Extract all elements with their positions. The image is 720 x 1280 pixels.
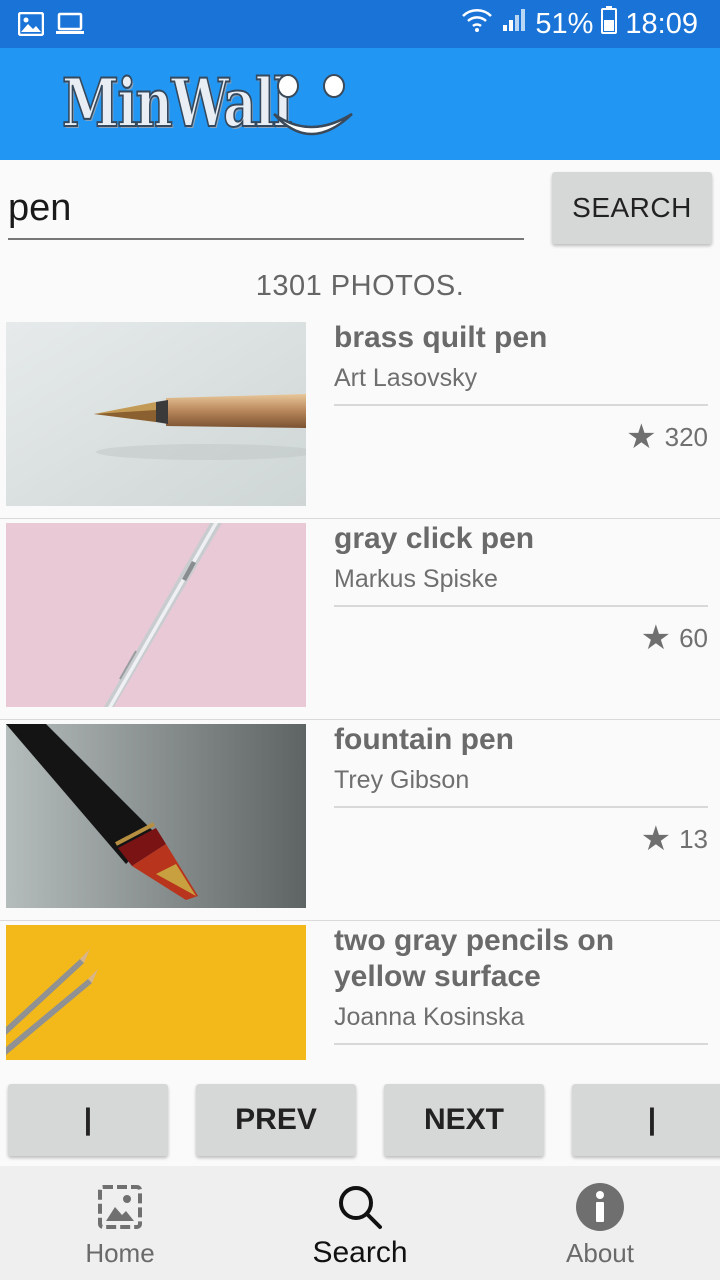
result-item[interactable]: fountain pen Trey Gibson ★ 13 (0, 720, 720, 921)
bottom-nav: Home Search About (0, 1166, 720, 1280)
likes: ★ 60 (641, 621, 708, 655)
result-item[interactable]: brass quilt pen Art Lasovsky ★ 320 (0, 318, 720, 519)
image-icon (96, 1182, 144, 1232)
photo-author: Trey Gibson (334, 766, 470, 794)
likes-count: 60 (679, 622, 708, 653)
star-icon: ★ (626, 418, 657, 456)
likes-count: 320 (664, 421, 708, 452)
photo-author: Markus Spiske (334, 565, 498, 593)
photo-author: Art Lasovsky (334, 364, 478, 392)
search-button[interactable]: SEARCH (552, 172, 712, 244)
nav-label: Search (312, 1236, 408, 1269)
photo-thumbnail[interactable] (6, 322, 306, 506)
results-count: 1301 PHOTOS. (255, 270, 465, 302)
likes-count: 13 (679, 823, 708, 854)
result-item[interactable]: gray click pen Markus Spiske ★ 60 (0, 519, 720, 720)
divider (334, 1043, 708, 1045)
battery-percent: 51% (535, 7, 594, 40)
battery-icon (601, 6, 618, 42)
prev-button[interactable]: PREV (196, 1084, 356, 1156)
logo-text: MinWall (61, 64, 293, 142)
photo-title: two gray pencils on yellow surface (334, 924, 615, 993)
photo-title: gray click pen (334, 522, 535, 555)
screen-notification-icon (56, 12, 84, 41)
divider (334, 806, 708, 808)
photo-author: Joanna Kosinska (334, 1003, 525, 1031)
last-page-button[interactable]: | (572, 1084, 720, 1156)
star-icon: ★ (640, 820, 672, 858)
nav-about[interactable]: About (480, 1166, 720, 1280)
photo-thumbnail[interactable] (6, 724, 306, 908)
next-button[interactable]: NEXT (384, 1084, 544, 1156)
info-icon (575, 1182, 625, 1232)
wifi-icon (461, 7, 493, 41)
search-row: SEARCH (0, 160, 720, 260)
result-item[interactable]: two gray pencils on yellow surface Joann… (0, 921, 720, 1068)
search-input[interactable] (8, 182, 524, 240)
nav-label: About (566, 1238, 634, 1268)
app-bar: MinWall (0, 48, 720, 160)
gallery-notification-icon (17, 11, 45, 41)
nav-search[interactable]: Search (240, 1166, 480, 1280)
divider (334, 404, 708, 406)
star-icon: ★ (640, 619, 672, 657)
pager: | PREV NEXT | (0, 1084, 720, 1158)
likes: ★ 320 (626, 420, 708, 454)
clock: 18:09 (625, 7, 698, 40)
status-bar: 51% 18:09 (0, 0, 720, 48)
nav-label: Home (85, 1238, 155, 1268)
photo-title: brass quilt pen (334, 321, 548, 354)
results-list: brass quilt pen Art Lasovsky ★ 320 gray … (0, 318, 720, 1068)
photo-thumbnail[interactable] (6, 925, 306, 1060)
photo-thumbnail[interactable] (6, 523, 306, 707)
divider (334, 605, 708, 607)
first-page-button[interactable]: | (8, 1084, 168, 1156)
nav-home[interactable]: Home (0, 1166, 240, 1280)
signal-icon (501, 7, 527, 41)
smiley-icon (273, 74, 353, 136)
likes: ★ 13 (641, 822, 708, 856)
search-icon (336, 1182, 384, 1232)
photo-title: fountain pen (334, 723, 514, 756)
